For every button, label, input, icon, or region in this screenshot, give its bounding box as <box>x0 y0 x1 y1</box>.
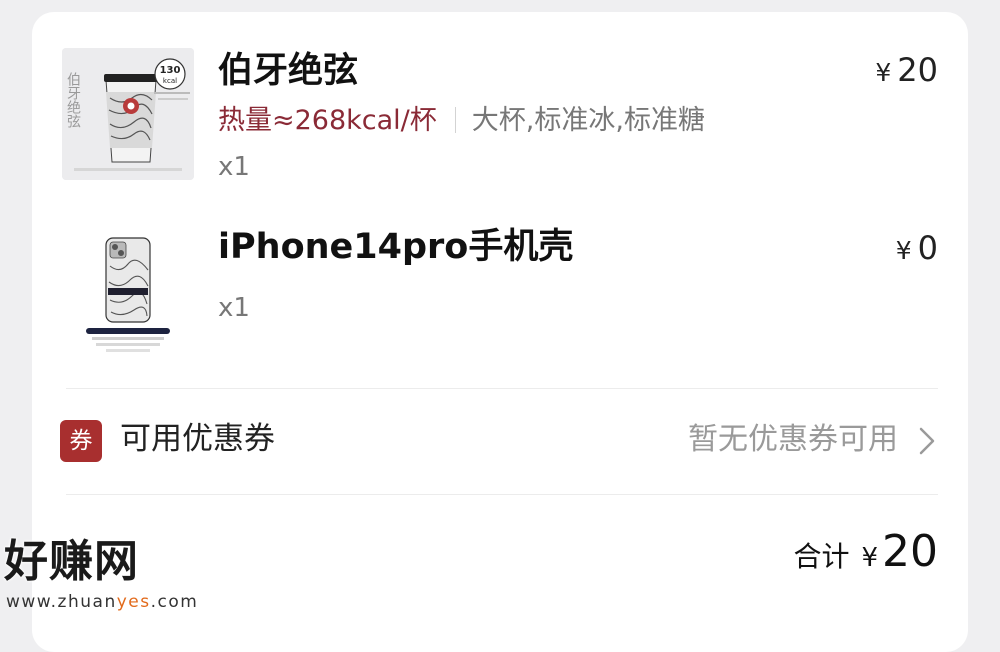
watermark-url-prefix: www.zhuan <box>6 592 117 612</box>
coupon-row[interactable]: 券 可用优惠券 暂无优惠券可用 <box>60 418 938 464</box>
currency-symbol: ¥ <box>875 58 892 87</box>
product-price: ¥20 <box>875 54 938 86</box>
product-meta: 热量≈268kcal/杯 大杯,标准冰,标准糖 <box>218 107 705 134</box>
currency-symbol: ¥ <box>895 236 912 265</box>
product-title: 伯牙绝弦 <box>218 51 359 91</box>
product-image-phone-case[interactable] <box>62 224 194 356</box>
calorie-info: 热量≈268kcal/杯 <box>218 105 437 136</box>
watermark-url-suffix: .com <box>150 592 199 612</box>
product-quantity: x1 <box>218 293 250 323</box>
order-card: 伯牙绝弦 130 kcal 伯牙绝弦 ¥20 热量≈268kcal/杯 大杯,标准… <box>32 12 968 652</box>
product-quantity: x1 <box>218 152 250 182</box>
watermark-url-accent: yes <box>116 592 151 612</box>
total-currency: ¥ <box>861 543 878 573</box>
image-vertical-text-1: 伯牙绝弦 <box>65 72 81 128</box>
product-image-tea[interactable]: 伯牙绝弦 130 kcal <box>62 48 194 180</box>
product-spec: 大杯,标准冰,标准糖 <box>471 105 705 136</box>
watermark-url: www.zhuanyes.com <box>6 594 198 611</box>
meta-separator <box>454 107 456 133</box>
coupon-status: 暂无优惠券可用 <box>688 422 898 457</box>
phone-case-illustration <box>62 224 194 356</box>
total-amount: 20 <box>882 526 938 577</box>
kcal-badge-unit: kcal <box>163 77 177 85</box>
product-price: ¥0 <box>896 232 938 264</box>
total-label: 合计 <box>793 540 850 573</box>
coupon-label: 可用优惠券 <box>120 421 275 457</box>
divider <box>66 494 938 495</box>
price-value: 0 <box>917 229 938 267</box>
coupon-icon: 券 <box>60 420 102 462</box>
tea-cup-illustration: 伯牙绝弦 130 kcal <box>62 48 194 180</box>
price-value: 20 <box>897 51 938 89</box>
order-total: 合计 ¥20 <box>793 530 938 574</box>
chevron-right-icon <box>919 427 935 455</box>
product-title: iPhone14pro手机壳 <box>218 227 574 267</box>
watermark-logo: 好赚网 <box>4 536 139 587</box>
kcal-badge-value: 130 <box>160 65 181 76</box>
divider <box>66 388 938 389</box>
